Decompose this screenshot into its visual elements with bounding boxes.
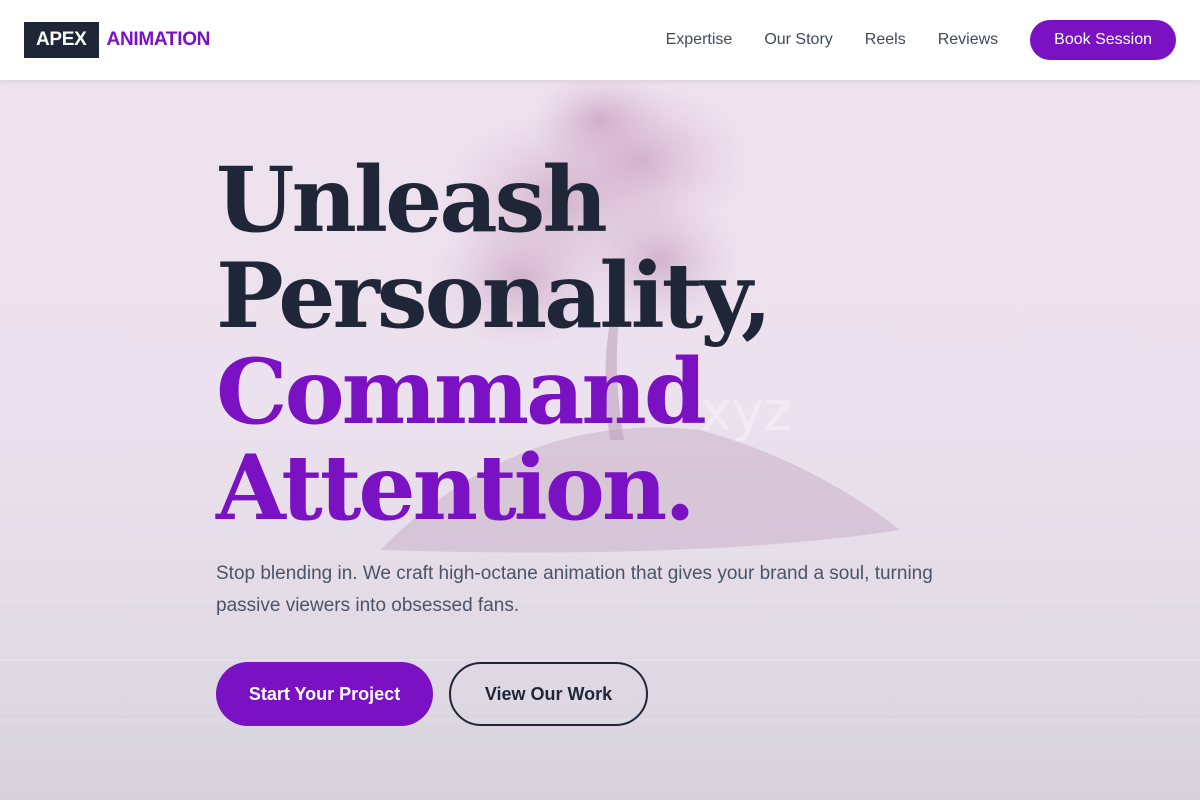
headline-line-1: Unleash	[216, 147, 608, 253]
hero-section: Unleash Personality, Command Attention. …	[216, 152, 1036, 726]
nav-link-expertise[interactable]: Expertise	[666, 31, 733, 49]
logo-box: APEX	[24, 22, 99, 58]
book-session-button[interactable]: Book Session	[1030, 20, 1176, 60]
nav-link-reviews[interactable]: Reviews	[938, 31, 998, 49]
logo[interactable]: APEX ANIMATION	[24, 22, 210, 58]
hero-subtitle: Stop blending in. We craft high-octane a…	[216, 563, 933, 616]
main-nav: Expertise Our Story Reels Reviews Book S…	[634, 20, 1176, 60]
nav-link-our-story[interactable]: Our Story	[764, 31, 832, 49]
headline-line-4: Attention.	[216, 435, 696, 541]
logo-text: ANIMATION	[106, 29, 211, 50]
headline-line-3: Command	[216, 339, 707, 445]
site-header: APEX ANIMATION Expertise Our Story Reels…	[0, 0, 1200, 80]
hero-actions: Start Your Project View Our Work	[216, 662, 1036, 726]
nav-link-reels[interactable]: Reels	[865, 31, 906, 49]
start-project-button[interactable]: Start Your Project	[216, 662, 433, 726]
view-work-button[interactable]: View Our Work	[449, 662, 648, 726]
headline-line-2: Personality,	[216, 243, 772, 349]
hero-headline: Unleash Personality, Command Attention.	[216, 152, 1036, 536]
